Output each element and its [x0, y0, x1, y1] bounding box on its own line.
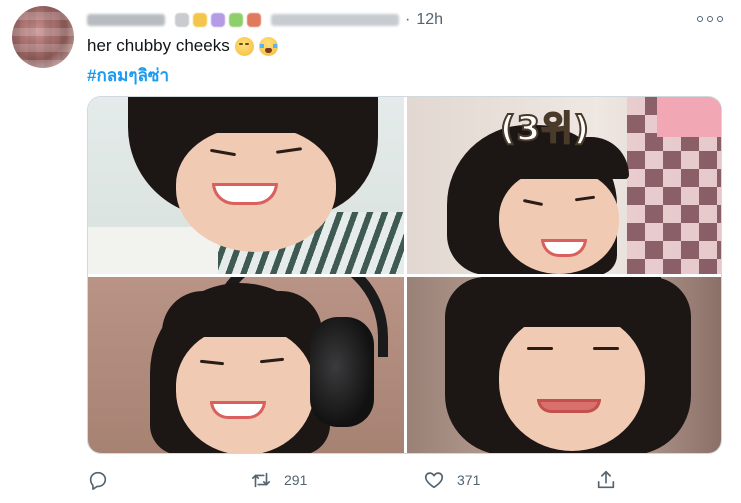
like-count: 371 [457, 472, 481, 488]
sticker-text: (3위) [499, 108, 591, 150]
photo-2[interactable]: (3위) [407, 97, 721, 274]
tweet-text: her chubby cheeks [87, 36, 230, 55]
share-icon [597, 470, 615, 489]
name-emoji-row [175, 13, 261, 27]
username-blurred[interactable] [271, 14, 399, 26]
loudly-crying-face-emoji-icon [258, 36, 278, 56]
tweet-actions: 291 371 [87, 466, 647, 494]
photo-3[interactable] [88, 277, 404, 453]
name-emoji [193, 13, 207, 27]
tweet-text-line: her chubby cheeks [87, 36, 278, 56]
hashtag-link[interactable]: #กลมๆลิซ่า [87, 62, 169, 89]
reply-button[interactable] [87, 466, 121, 494]
name-emoji [211, 13, 225, 27]
retweet-icon [251, 472, 271, 488]
photo-1[interactable] [88, 97, 404, 274]
photo-4[interactable] [407, 277, 721, 453]
more-horizontal-icon[interactable] [697, 10, 723, 28]
retweet-button[interactable]: 291 [250, 466, 307, 494]
reply-icon [89, 471, 107, 490]
like-button[interactable]: 371 [423, 466, 480, 494]
retweet-count: 291 [284, 472, 308, 488]
header-separator: · [405, 11, 411, 28]
smirking-face-emoji-icon [234, 36, 254, 56]
tweet[interactable]: · 12h her chubby cheeks #กลมๆลิซ่า (3위) … [0, 0, 741, 503]
timestamp[interactable]: 12h [416, 11, 443, 29]
display-name-blurred[interactable] [87, 14, 165, 26]
media-grid: (3위) [87, 96, 722, 454]
heart-icon [424, 472, 444, 489]
name-emoji [175, 13, 189, 27]
avatar[interactable] [12, 6, 74, 68]
share-button[interactable] [595, 466, 617, 494]
name-emoji [229, 13, 243, 27]
name-emoji [247, 13, 261, 27]
tweet-header: · 12h [87, 10, 443, 30]
